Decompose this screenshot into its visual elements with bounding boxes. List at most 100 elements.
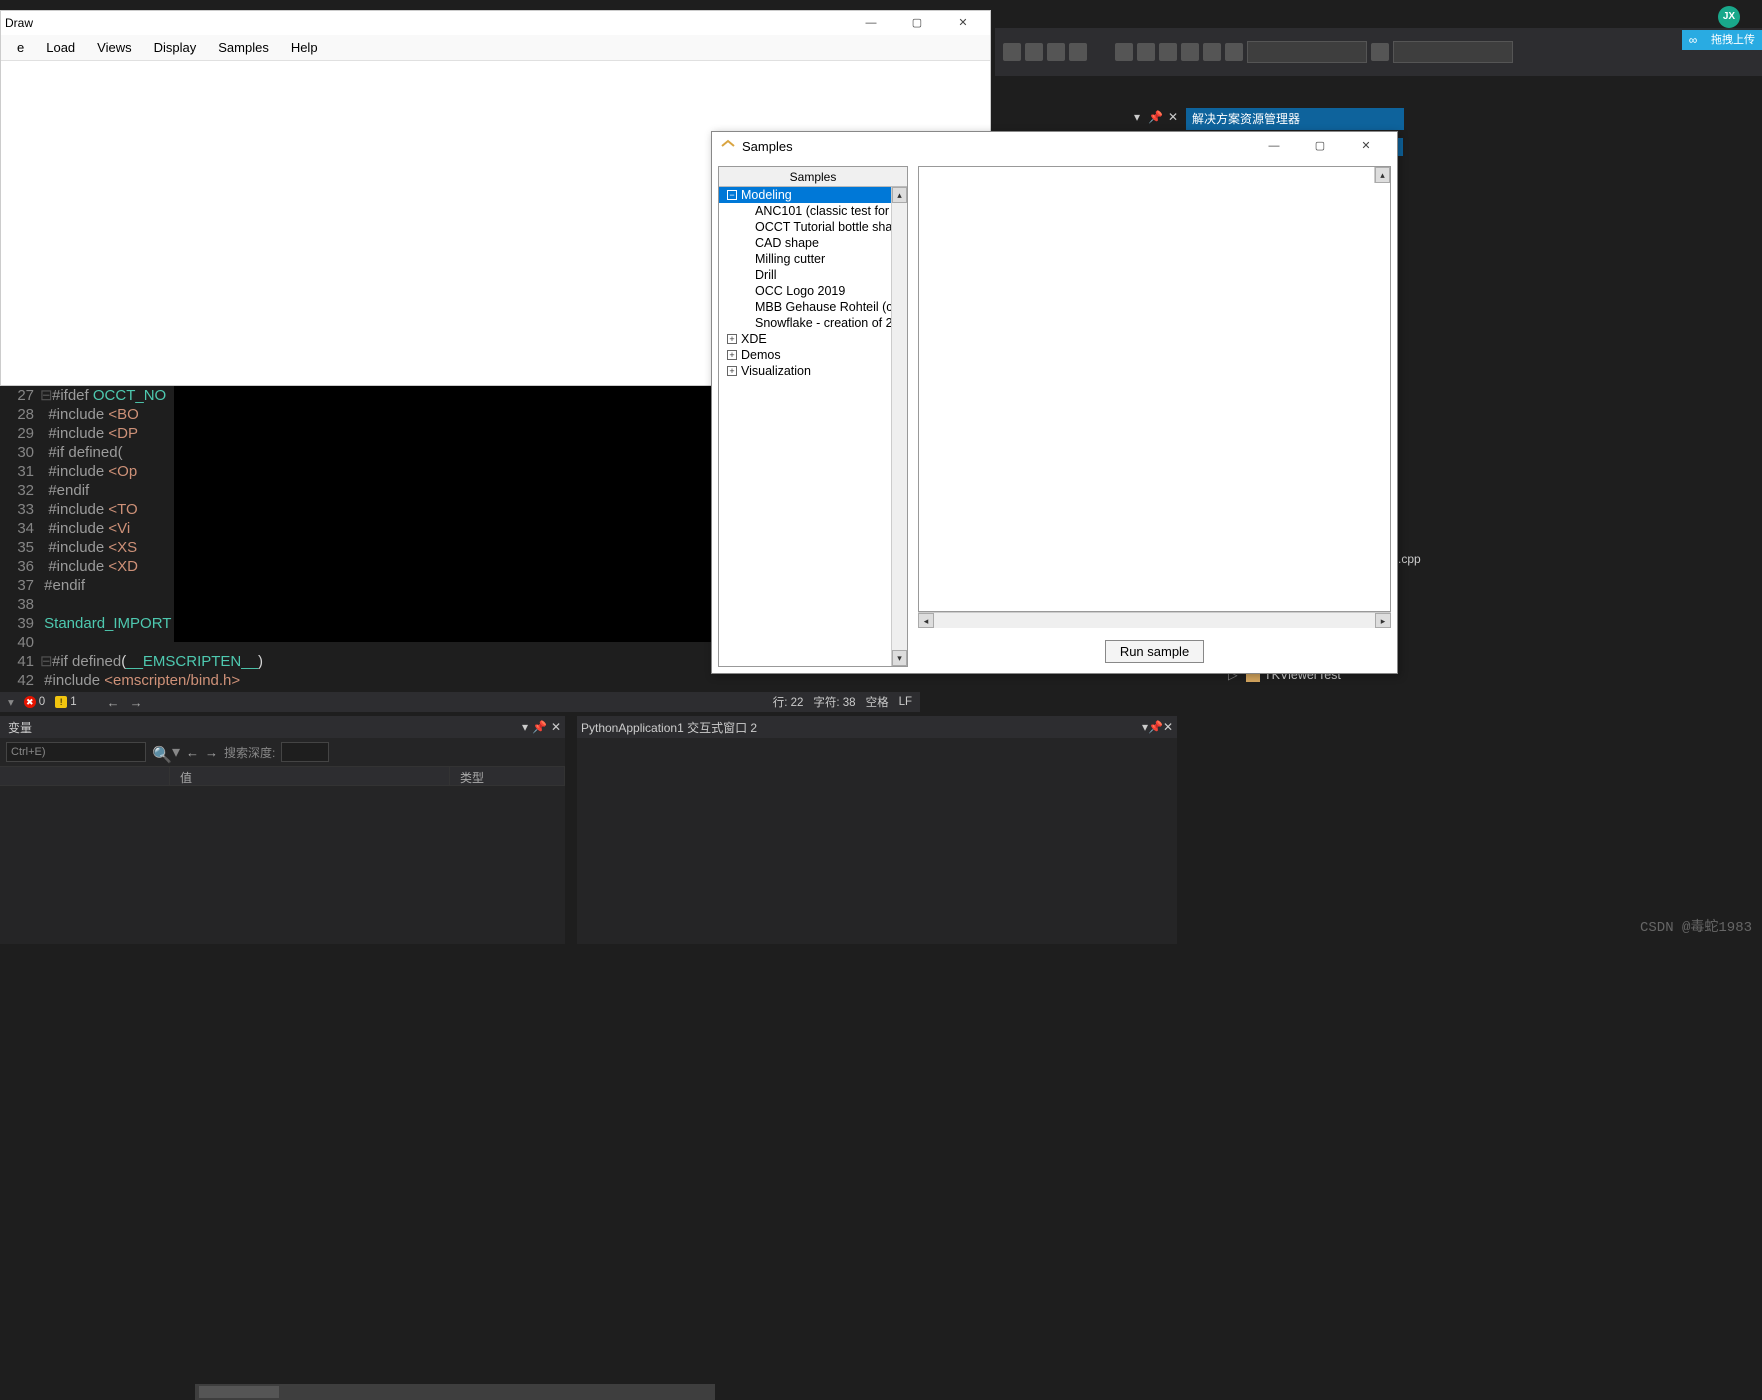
samples-title: Samples — [742, 139, 1251, 154]
dropdown-icon[interactable]: ▾ — [172, 742, 180, 762]
depth-combo[interactable] — [281, 742, 329, 762]
toolbar-icon[interactable] — [1137, 43, 1155, 61]
draw-menu-bar: e Load Views Display Samples Help — [1, 35, 990, 61]
upload-button[interactable]: 拖拽上传 — [1704, 30, 1762, 50]
tree-item[interactable]: MBB Gehause Rohteil (class — [719, 299, 891, 315]
menu-item-views[interactable]: Views — [87, 37, 141, 58]
scroll-down-icon[interactable]: ▾ — [892, 650, 907, 666]
samples-tree[interactable]: −Modeling ANC101 (classic test for CA OC… — [719, 187, 891, 666]
space-indicator: 空格 — [866, 694, 889, 710]
preview-area: ▴ — [918, 166, 1391, 612]
samples-app-icon — [720, 138, 736, 154]
menu-item-samples[interactable]: Samples — [208, 37, 279, 58]
menu-item-display[interactable]: Display — [144, 37, 207, 58]
toolbar-icon[interactable] — [1225, 43, 1243, 61]
maximize-button[interactable]: ▢ — [894, 11, 940, 35]
collapse-icon[interactable]: − — [727, 190, 737, 200]
variables-panel: 变量 ▾ 📌 ✕ 🔍 ▾ ← → 搜索深度: 值 类型 — [0, 716, 565, 944]
col-type[interactable]: 类型 — [450, 767, 565, 785]
toolbar-combo[interactable] — [1247, 41, 1367, 63]
pin-icon[interactable]: 📌 — [532, 720, 547, 734]
line-gutter: 27282930 31323334 35363738 39404142 — [0, 386, 40, 696]
nav-forward-icon[interactable]: → — [130, 695, 143, 710]
draw-title: Draw — [5, 16, 848, 30]
col-name[interactable] — [0, 767, 170, 785]
error-count[interactable]: ✖0 — [24, 696, 45, 708]
variables-columns: 值 类型 — [0, 766, 565, 786]
tree-item[interactable]: ANC101 (classic test for CA — [719, 203, 891, 219]
preview-hscroll[interactable]: ◂ ▸ — [918, 612, 1391, 628]
scroll-up-icon[interactable]: ▴ — [1375, 167, 1390, 183]
ide-toolbar — [995, 28, 1762, 76]
search-icon[interactable]: 🔍 — [152, 745, 166, 759]
editor-status-bar: ▾ ✖0 !1 ← → 行: 22 字符: 38 空格 LF — [0, 692, 920, 712]
scroll-up-icon[interactable]: ▴ — [892, 187, 907, 203]
draw-title-bar: Draw — ▢ ✕ — [1, 11, 990, 35]
toolbar-icon[interactable] — [1025, 43, 1043, 61]
toolbar-icon[interactable] — [1115, 43, 1133, 61]
nav-forward-icon[interactable]: → — [205, 745, 218, 760]
run-sample-button[interactable]: Run sample — [1105, 640, 1204, 663]
tree-item[interactable]: Milling cutter — [719, 251, 891, 267]
tree-scrollbar[interactable]: ▴ ▾ — [891, 187, 907, 666]
expand-icon[interactable]: + — [727, 366, 737, 376]
tree-header: Samples — [719, 167, 907, 187]
toolbar-icon[interactable] — [1047, 43, 1065, 61]
tree-item-modeling[interactable]: −Modeling — [719, 187, 891, 203]
tree-item-xde[interactable]: +XDE — [719, 331, 891, 347]
tree-item[interactable]: OCCT Tutorial bottle shape — [719, 219, 891, 235]
menu-item-help[interactable]: Help — [281, 37, 328, 58]
samples-dialog: Samples — ▢ ✕ Samples −Modeling ANC101 (… — [711, 131, 1398, 674]
issues-dropdown-icon[interactable]: ▾ — [8, 695, 14, 709]
col-value[interactable]: 值 — [170, 767, 450, 785]
pane-controls: ▾ 📌 ✕ — [1130, 110, 1180, 124]
toolbar-icon[interactable] — [1371, 43, 1389, 61]
lf-indicator: LF — [899, 696, 912, 708]
preview-vscroll[interactable]: ▴ — [1374, 167, 1390, 183]
close-icon[interactable]: ✕ — [1166, 110, 1180, 124]
tree-item-visualization[interactable]: +Visualization — [719, 363, 891, 379]
tree-item[interactable]: Drill — [719, 267, 891, 283]
tree-item[interactable]: CAD shape — [719, 235, 891, 251]
share-icon[interactable]: ∞ — [1682, 30, 1704, 50]
toolbar-icon[interactable] — [1003, 43, 1021, 61]
tree-item[interactable]: Snowflake - creation of 2d — [719, 315, 891, 331]
samples-title-bar: Samples — ▢ ✕ — [712, 132, 1397, 160]
sample-preview-panel: ▴ ◂ ▸ Run sample — [918, 166, 1391, 667]
scroll-left-icon[interactable]: ◂ — [918, 613, 934, 628]
expand-icon[interactable]: + — [727, 350, 737, 360]
editor-hscroll[interactable] — [195, 1384, 715, 1400]
pane-dropdown-icon[interactable]: ▾ — [522, 720, 528, 734]
close-button[interactable]: ✕ — [1343, 134, 1389, 158]
close-icon[interactable]: ✕ — [551, 720, 561, 734]
maximize-button[interactable]: ▢ — [1297, 134, 1343, 158]
variables-search[interactable] — [6, 742, 146, 762]
toolbar-icon[interactable] — [1159, 43, 1177, 61]
solution-explorer-header[interactable]: 解决方案资源管理器 — [1186, 108, 1404, 130]
nav-back-icon[interactable]: ← — [107, 695, 120, 710]
nav-back-icon[interactable]: ← — [186, 745, 199, 760]
close-icon[interactable]: ✕ — [1163, 720, 1173, 734]
black-overlay — [174, 386, 711, 642]
user-avatar[interactable]: JX — [1718, 6, 1740, 28]
toolbar-icon[interactable] — [1069, 43, 1087, 61]
minimize-button[interactable]: — — [1251, 134, 1297, 158]
python-interactive-panel: PythonApplication1 交互式窗口 2 ▾ 📌 ✕ — [577, 716, 1177, 944]
toolbar-icon[interactable] — [1203, 43, 1221, 61]
expand-icon[interactable]: + — [727, 334, 737, 344]
menu-item-load[interactable]: Load — [36, 37, 85, 58]
samples-tree-panel: Samples −Modeling ANC101 (classic test f… — [718, 166, 908, 667]
minimize-button[interactable]: — — [848, 11, 894, 35]
scroll-right-icon[interactable]: ▸ — [1375, 613, 1391, 628]
toolbar-icon[interactable] — [1181, 43, 1199, 61]
char-indicator: 字符: 38 — [813, 694, 855, 710]
pin-icon[interactable]: 📌 — [1148, 110, 1162, 124]
pin-icon[interactable]: 📌 — [1148, 720, 1163, 734]
menu-item-e[interactable]: e — [7, 37, 34, 58]
toolbar-combo[interactable] — [1393, 41, 1513, 63]
tree-item[interactable]: OCC Logo 2019 — [719, 283, 891, 299]
close-button[interactable]: ✕ — [940, 11, 986, 35]
tree-item-demos[interactable]: +Demos — [719, 347, 891, 363]
warning-count[interactable]: !1 — [55, 696, 76, 708]
pane-dropdown-icon[interactable]: ▾ — [1130, 110, 1144, 124]
